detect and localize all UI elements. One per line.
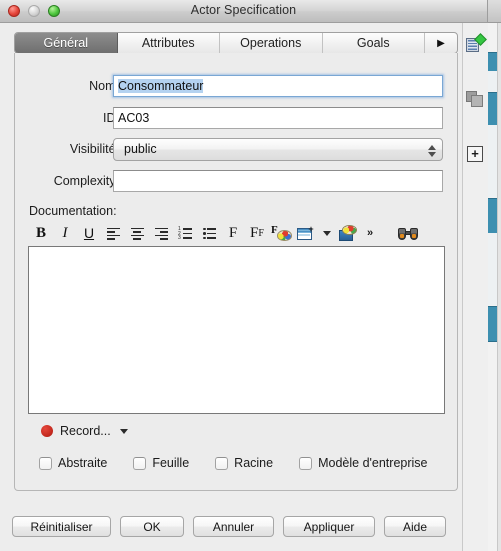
checkbox-modele-entreprise-box[interactable] <box>299 456 313 470</box>
checkbox-feuille-label: Feuille <box>152 456 190 470</box>
general-tab-panel: Nom: Consommateur ID: AC03 Visibilité: p… <box>14 53 458 491</box>
bold-icon[interactable]: B <box>29 222 53 244</box>
record-label: Record... <box>60 424 111 438</box>
side-palette: + <box>462 23 488 551</box>
checkbox-feuille[interactable]: Feuille <box>133 456 189 470</box>
table-dropdown-icon[interactable] <box>319 222 335 244</box>
font-icon[interactable]: F <box>221 222 245 244</box>
documentation-textarea[interactable] <box>28 246 445 414</box>
checkbox-racine-label: Racine <box>234 456 274 470</box>
palette-icon <box>277 230 292 241</box>
ordered-list-icon[interactable]: 1 2 3 <box>173 222 197 244</box>
background-window[interactable] <box>487 0 501 551</box>
field-row-id: ID: AC03 <box>15 107 459 129</box>
field-row-complexity: Complexity: <box>15 170 459 192</box>
checkbox-racine[interactable]: Racine <box>215 456 273 470</box>
field-row-visibilite: Visibilité: public <box>15 138 459 161</box>
checkbox-modele-entreprise[interactable]: Modèle d'entreprise <box>299 456 428 470</box>
record-button[interactable]: Record... <box>41 424 128 438</box>
visibilite-value: public <box>124 142 157 156</box>
stepper-arrows-icon[interactable] <box>426 141 437 160</box>
appliquer-button[interactable]: Appliquer <box>283 516 375 537</box>
tab-general[interactable]: Général <box>15 33 118 53</box>
checkbox-abstraite-box[interactable] <box>39 456 52 470</box>
stepper-down-icon[interactable] <box>427 151 436 157</box>
tab-bar: Général Attributes Operations Goals ▶ <box>14 32 458 54</box>
align-right-icon[interactable] <box>149 222 173 244</box>
background-window-titlebar <box>488 0 501 23</box>
field-row-nom: Nom: Consommateur <box>15 75 459 97</box>
reinitialiser-button[interactable]: Réinitialiser <box>12 516 111 537</box>
italic-icon[interactable]: I <box>53 222 77 244</box>
label-id: ID: <box>103 111 119 125</box>
tab-operations[interactable]: Operations <box>220 33 323 53</box>
record-dropdown-icon[interactable] <box>119 428 128 434</box>
dialog-button-row: Réinitialiser OK Annuler Appliquer Aide <box>12 516 446 537</box>
actor-specification-dialog: Actor Specification Général Attributes O… <box>0 0 487 551</box>
visibilite-select[interactable]: public <box>113 138 443 161</box>
titlebar[interactable]: Actor Specification <box>0 0 487 23</box>
background-scrollbar[interactable] <box>497 23 501 551</box>
align-center-icon[interactable] <box>125 222 149 244</box>
nom-input-value: Consommateur <box>118 79 204 93</box>
font-color-icon[interactable]: F <box>269 222 293 244</box>
label-nom: Nom: <box>89 79 119 93</box>
underline-icon[interactable]: U <box>77 222 101 244</box>
find-icon[interactable] <box>393 222 423 244</box>
stereotype-checkbox-row: Abstraite Feuille Racine Modèle d'entrep… <box>39 456 428 470</box>
label-complexity: Complexity: <box>53 174 119 188</box>
align-left-icon[interactable] <box>101 222 125 244</box>
window-title: Actor Specification <box>190 3 297 17</box>
checkbox-racine-box[interactable] <box>215 456 229 470</box>
insert-table-icon[interactable]: + <box>293 222 319 244</box>
aide-button[interactable]: Aide <box>384 516 446 537</box>
tab-attributes[interactable]: Attributes <box>118 33 220 53</box>
new-element-icon[interactable] <box>466 33 487 54</box>
checkbox-abstraite-label: Abstraite <box>58 456 108 470</box>
background-color-icon[interactable] <box>335 222 361 244</box>
font-size-glyph: F <box>250 224 259 241</box>
duplicate-icon[interactable] <box>466 90 485 109</box>
complexity-input[interactable] <box>113 170 443 192</box>
label-documentation: Documentation: <box>29 204 117 218</box>
more-tools-icon[interactable]: » <box>361 221 379 244</box>
id-input[interactable]: AC03 <box>113 107 443 129</box>
annuler-button[interactable]: Annuler <box>193 516 274 537</box>
record-dot-icon <box>41 425 53 437</box>
ok-button[interactable]: OK <box>120 516 184 537</box>
tab-overflow-arrow-icon[interactable]: ▶ <box>425 33 457 53</box>
tab-goals[interactable]: Goals <box>323 33 425 53</box>
rich-text-toolbar: B I U 1 2 3 F F F F + » <box>29 221 445 245</box>
checkbox-feuille-box[interactable] <box>133 456 147 470</box>
checkbox-abstraite[interactable]: Abstraite <box>39 456 107 470</box>
unordered-list-icon[interactable] <box>197 222 221 244</box>
screen-root: Actor Specification Général Attributes O… <box>0 0 501 551</box>
add-icon[interactable]: + <box>466 145 485 164</box>
font-size-icon[interactable]: FF <box>245 222 269 244</box>
nom-input[interactable]: Consommateur <box>113 75 443 97</box>
label-visibilite: Visibilité: <box>69 142 119 156</box>
checkbox-modele-entreprise-label: Modèle d'entreprise <box>318 456 428 470</box>
stepper-up-icon[interactable] <box>427 144 436 150</box>
